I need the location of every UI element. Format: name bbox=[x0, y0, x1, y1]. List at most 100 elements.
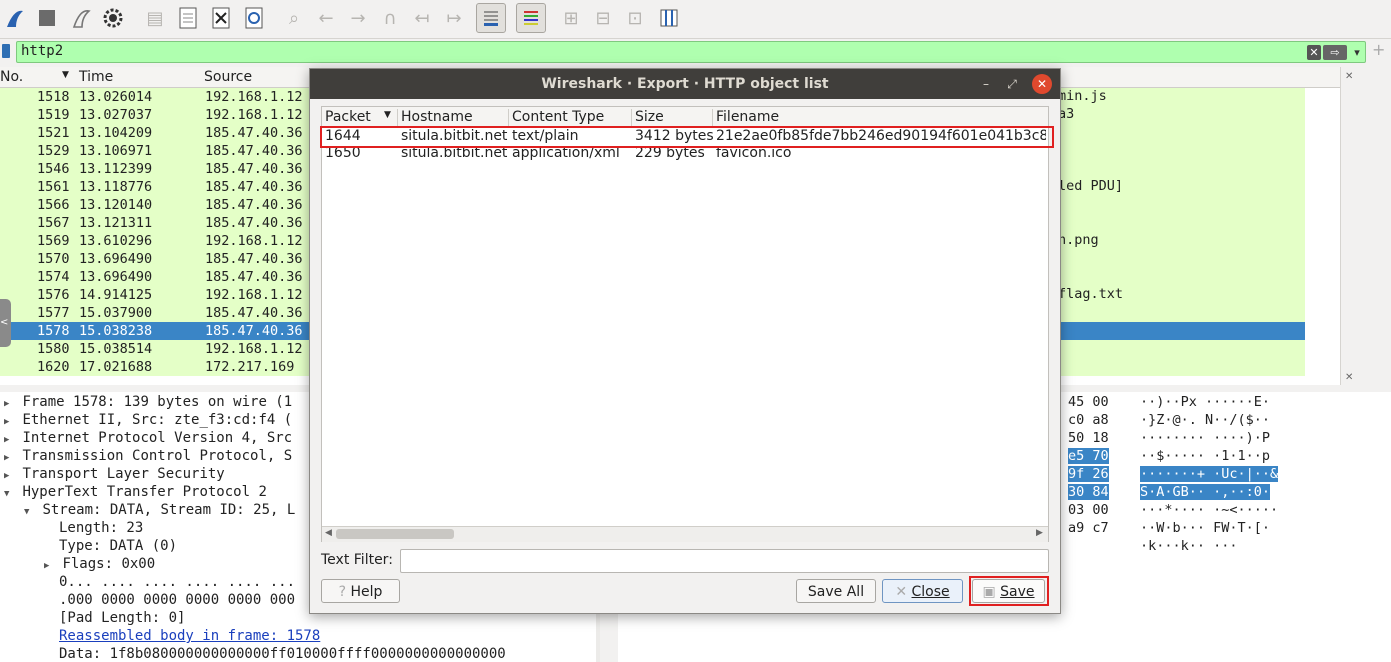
sort-indicator-icon: ▼ bbox=[384, 110, 391, 120]
go-back-icon[interactable]: ← bbox=[313, 5, 339, 31]
tree-item-pad-length[interactable]: [Pad Length: 0] bbox=[59, 610, 185, 626]
packet-list-scrollbar[interactable]: ✕ ✕ bbox=[1340, 67, 1373, 385]
scrollbar-thumb[interactable] bbox=[336, 529, 454, 539]
expand-triangle-icon[interactable]: ▶ bbox=[4, 399, 14, 409]
tree-item-ethernet[interactable]: ▶ Ethernet II, Src: zte_f3:cd:f4 ( bbox=[4, 412, 292, 428]
resize-columns-icon[interactable] bbox=[656, 5, 682, 31]
tree-item-data[interactable]: Data: 1f8b080000000000000ff010000ffff000… bbox=[59, 646, 506, 662]
tree-item-reserved-bit[interactable]: 0... .... .... .... .... ... bbox=[59, 574, 295, 590]
close-file-icon[interactable] bbox=[208, 5, 234, 31]
column-header-filename[interactable]: Filename bbox=[713, 109, 1048, 127]
text-filter-input[interactable] bbox=[400, 549, 1049, 573]
packet-cell-source: 185.47.40.36 bbox=[205, 197, 303, 213]
add-filter-button-icon[interactable]: + bbox=[1372, 40, 1388, 59]
window-close-icon[interactable]: ✕ bbox=[1032, 74, 1052, 94]
find-packet-icon[interactable]: ⌕ bbox=[281, 5, 307, 31]
packet-cell-time: 17.021688 bbox=[79, 359, 153, 375]
collapse-triangle-icon[interactable]: ▼ bbox=[4, 489, 14, 499]
stop-capture-icon[interactable] bbox=[34, 5, 60, 31]
tree-item-stream-identifier[interactable]: .000 0000 0000 0000 0000 000 bbox=[59, 592, 295, 608]
display-filter-input[interactable]: http2 ✕ ⇨ ▾ bbox=[16, 41, 1366, 63]
restart-capture-icon[interactable] bbox=[68, 5, 94, 31]
zoom-in-icon[interactable]: ⊞ bbox=[558, 5, 584, 31]
scroll-left-icon[interactable]: ◀ bbox=[325, 528, 332, 538]
filter-dropdown-icon[interactable]: ▾ bbox=[1351, 45, 1363, 60]
ascii-bytes: ·}Z·@·. N··/($·· bbox=[1140, 412, 1271, 428]
open-file-icon[interactable]: ▤ bbox=[142, 5, 168, 31]
go-forward-icon[interactable]: → bbox=[345, 5, 371, 31]
tree-item-http2[interactable]: ▼ HyperText Transfer Protocol 2 bbox=[4, 484, 267, 500]
apply-filter-icon[interactable]: ⇨ bbox=[1323, 45, 1347, 60]
packet-cell-time: 13.112399 bbox=[79, 161, 153, 177]
autoscroll-icon[interactable] bbox=[476, 3, 506, 33]
capture-options-gear-icon[interactable] bbox=[100, 5, 126, 31]
clear-filter-icon[interactable]: ✕ bbox=[1307, 45, 1321, 60]
packet-cell-source: 172.217.169 bbox=[205, 359, 295, 375]
close-button[interactable]: ✕ Close bbox=[882, 579, 963, 603]
packet-cell-time: 13.118776 bbox=[79, 179, 153, 195]
tree-item-ipv4[interactable]: ▶ Internet Protocol Version 4, Src bbox=[4, 430, 292, 446]
colorize-icon[interactable] bbox=[516, 3, 546, 33]
hex-bytes: c0 a8 bbox=[1068, 412, 1109, 428]
packet-cell-time: 15.038238 bbox=[79, 323, 153, 339]
expand-triangle-icon[interactable]: ▶ bbox=[4, 471, 14, 481]
expand-triangle-icon[interactable]: ▶ bbox=[4, 417, 14, 427]
hex-bytes: a9 c7 bbox=[1068, 520, 1109, 536]
packet-cell-time: 13.026014 bbox=[79, 89, 153, 105]
maximize-icon[interactable]: ⤢ bbox=[1002, 74, 1022, 94]
zoom-out-icon[interactable]: ⊟ bbox=[590, 5, 616, 31]
packet-cell-no: 1546 bbox=[37, 161, 70, 177]
column-header-time[interactable]: Time bbox=[79, 69, 113, 85]
last-packet-icon[interactable]: ↦ bbox=[441, 5, 467, 31]
ascii-bytes: ··)··Px ······E· bbox=[1140, 394, 1271, 410]
column-header-no[interactable]: No. bbox=[0, 69, 23, 85]
tree-item-tls[interactable]: ▶ Transport Layer Security bbox=[4, 466, 225, 482]
packet-cell-no: 1518 bbox=[37, 89, 70, 105]
expand-triangle-icon[interactable]: ▶ bbox=[4, 453, 14, 463]
reassembled-frame-link[interactable]: Reassembled body in frame: 1578 bbox=[59, 628, 320, 644]
packet-cell-source: 185.47.40.36 bbox=[205, 269, 303, 285]
tree-item-flags[interactable]: ▶ Flags: 0x00 bbox=[44, 556, 155, 572]
sort-indicator-icon: ▼ bbox=[62, 70, 69, 80]
side-panel-toggle-icon[interactable]: < bbox=[0, 299, 11, 347]
tree-item-length[interactable]: Length: 23 bbox=[59, 520, 143, 536]
http-object-list: Packet ▼ Hostname Content Type Size File… bbox=[320, 106, 1054, 542]
help-button[interactable]: ? Help bbox=[321, 579, 400, 603]
scroll-right-icon[interactable]: ▶ bbox=[1036, 528, 1043, 538]
tree-item-tcp[interactable]: ▶ Transmission Control Protocol, S bbox=[4, 448, 292, 464]
text-filter-label: Text Filter: bbox=[321, 552, 393, 568]
save-all-button[interactable]: Save All bbox=[796, 579, 876, 603]
minimize-icon[interactable]: – bbox=[976, 74, 996, 94]
scroll-up-icon[interactable]: ✕ bbox=[1345, 71, 1353, 82]
first-packet-icon[interactable]: ↤ bbox=[409, 5, 435, 31]
hex-bytes-highlighted: e5 70 bbox=[1068, 448, 1109, 464]
packet-cell-source: 185.47.40.36 bbox=[205, 305, 303, 321]
scroll-down-icon[interactable]: ✕ bbox=[1345, 372, 1353, 383]
tree-item-stream[interactable]: ▼ Stream: DATA, Stream ID: 25, L bbox=[24, 502, 295, 518]
column-header-content-type[interactable]: Content Type bbox=[509, 109, 632, 127]
tree-item-frame[interactable]: ▶ Frame 1578: 139 bytes on wire (1 bbox=[4, 394, 292, 410]
object-list-horizontal-scrollbar[interactable]: ◀ ▶ bbox=[322, 526, 1048, 542]
packet-cell-source: 192.168.1.12 bbox=[205, 341, 303, 357]
shark-fin-icon[interactable] bbox=[2, 5, 28, 31]
reload-file-icon[interactable] bbox=[241, 5, 267, 31]
column-header-hostname[interactable]: Hostname bbox=[398, 109, 509, 127]
packet-cell-no: 1521 bbox=[37, 125, 70, 141]
close-icon: ✕ bbox=[895, 584, 908, 600]
tree-item-type[interactable]: Type: DATA (0) bbox=[59, 538, 177, 554]
go-to-packet-icon[interactable]: ∩ bbox=[377, 5, 403, 31]
packet-cell-source: 192.168.1.12 bbox=[205, 233, 303, 249]
packet-cell-source: 185.47.40.36 bbox=[205, 143, 303, 159]
packet-cell-no: 1561 bbox=[37, 179, 70, 195]
packet-cell-source: 192.168.1.12 bbox=[205, 287, 303, 303]
expand-triangle-icon[interactable]: ▶ bbox=[4, 435, 14, 445]
expand-triangle-icon[interactable]: ▶ bbox=[44, 561, 54, 571]
column-header-size[interactable]: Size bbox=[632, 109, 713, 127]
filter-bookmark-icon[interactable] bbox=[2, 44, 10, 58]
normal-size-icon[interactable]: ⊡ bbox=[622, 5, 648, 31]
column-header-source[interactable]: Source bbox=[204, 69, 252, 85]
collapse-triangle-icon[interactable]: ▼ bbox=[24, 507, 34, 517]
packet-cell-no: 1574 bbox=[37, 269, 70, 285]
packet-cell-source: 185.47.40.36 bbox=[205, 161, 303, 177]
save-file-icon[interactable] bbox=[175, 5, 201, 31]
